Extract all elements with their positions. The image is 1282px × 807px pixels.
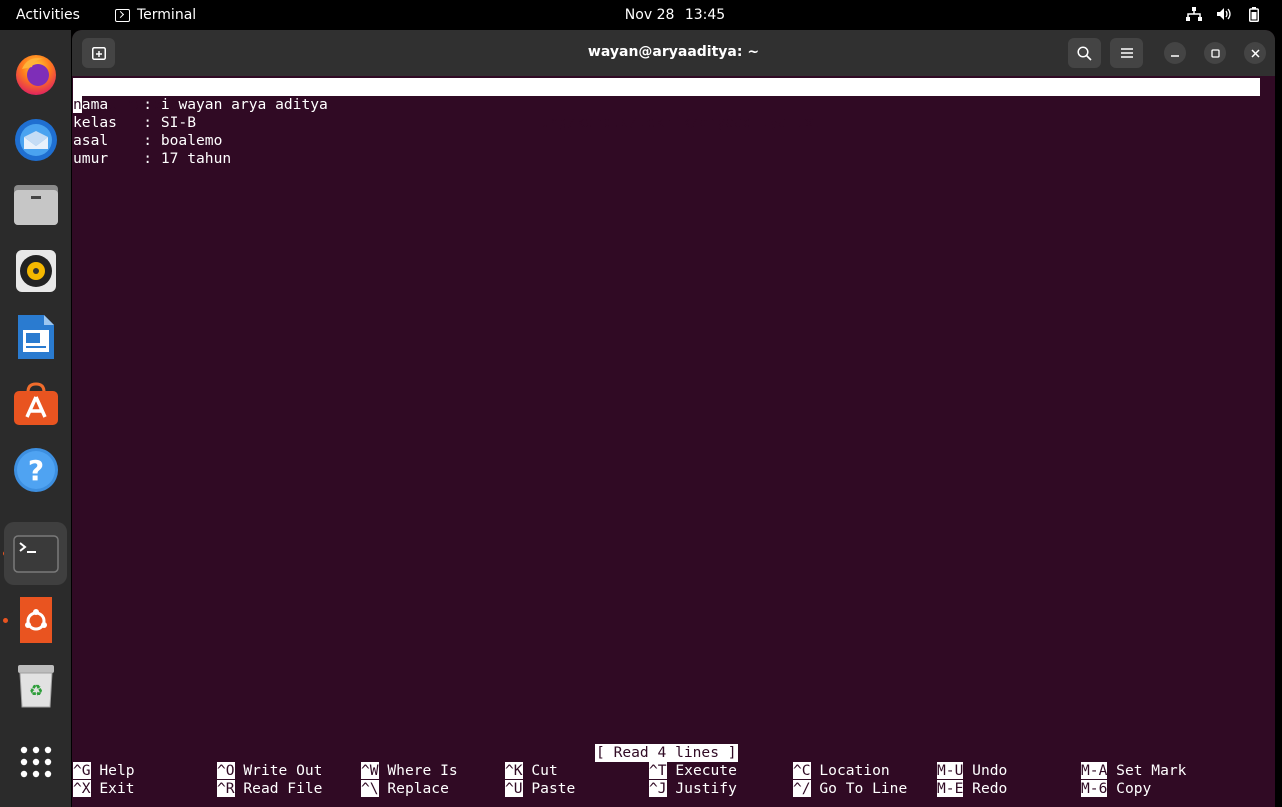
clock-time: 13:45 [684, 7, 726, 23]
network-icon[interactable] [1186, 6, 1202, 22]
editor-line[interactable]: umur : 17 tahun [73, 150, 231, 168]
nano-filename: ung/kampus/teknik/aryaaditya.txt [541, 114, 823, 131]
battery-icon[interactable] [1246, 6, 1262, 22]
shortcut-set-mark: M-A Set Mark [1081, 762, 1187, 779]
files-launcher[interactable] [4, 173, 67, 236]
top-panel: Activities Terminal Nov 28 13:45 [0, 0, 1282, 30]
maximize-button[interactable] [1204, 42, 1226, 64]
show-apps-icon [20, 746, 51, 777]
minimize-button[interactable] [1164, 42, 1186, 64]
minimize-icon [1171, 55, 1179, 57]
firefox-icon [15, 54, 56, 95]
terminal-window: wayan@aryaaditya: ~ GNU nano 6.2 ung/kam… [72, 30, 1275, 807]
system-tray[interactable] [1186, 6, 1262, 22]
ubuntu-software-launcher[interactable] [4, 588, 67, 651]
menu-button[interactable] [1110, 38, 1143, 68]
terminal-icon [12, 534, 59, 573]
app-center-icon [13, 381, 58, 425]
shortcut-write-out: ^O Write Out [217, 762, 323, 779]
volume-icon[interactable] [1216, 6, 1232, 22]
shortcut-go-to-line: ^/ Go To Line [793, 780, 908, 797]
thunderbird-launcher[interactable] [4, 107, 67, 170]
thunderbird-icon [14, 118, 57, 161]
shortcut-replace: ^\ Replace [361, 780, 449, 797]
search-icon [1077, 45, 1092, 61]
dock: ? ♻ [0, 30, 71, 807]
shortcut-execute: ^T Execute [649, 762, 737, 779]
svg-text:♻: ♻ [28, 681, 42, 700]
shortcut-copy: M-6 Copy [1081, 780, 1152, 797]
clock[interactable]: Nov 28 13:45 [0, 7, 1282, 23]
trash-launcher[interactable]: ♻ [4, 654, 67, 717]
ubuntu-software-icon [19, 596, 52, 643]
editor-line[interactable]: asal : boalemo [73, 132, 222, 150]
close-icon [1250, 48, 1260, 58]
shortcut-cut: ^K Cut [505, 762, 558, 779]
clock-date: Nov 28 [624, 7, 675, 23]
restore-icon [1210, 48, 1220, 58]
libreoffice-writer-icon [17, 314, 54, 359]
text-cursor: n [73, 96, 82, 113]
files-icon [13, 184, 58, 225]
nano-status-message: [ Read 4 lines ] [595, 744, 738, 762]
writer-launcher[interactable] [4, 305, 67, 368]
shortcut-location: ^C Location [793, 762, 890, 779]
help-launcher[interactable]: ? [4, 438, 67, 501]
shortcut-read-file: ^R Read File [217, 780, 323, 797]
trash-icon: ♻ [17, 664, 54, 707]
show-apps-launcher[interactable] [4, 730, 67, 793]
firefox-launcher[interactable] [4, 42, 67, 105]
svg-text:?: ? [27, 454, 43, 487]
terminal-launcher[interactable] [4, 522, 67, 585]
shortcut-paste: ^U Paste [505, 780, 576, 797]
rhythmbox-icon [15, 249, 56, 292]
shortcut-help: ^G Help [73, 762, 135, 779]
help-icon: ? [13, 447, 58, 492]
rhythmbox-launcher[interactable] [4, 239, 67, 302]
shortcut-undo: M-U Undo [937, 762, 1008, 779]
shortcut-redo: M-E Redo [937, 780, 1008, 797]
shortcut-exit: ^X Exit [73, 780, 135, 797]
nano-title-bar: GNU nano 6.2 ung/kampus/teknik/aryaadity… [73, 78, 1260, 131]
close-button[interactable] [1244, 42, 1266, 64]
search-button[interactable] [1068, 38, 1101, 68]
shortcut-where-is: ^W Where Is [361, 762, 458, 779]
editor-line[interactable]: kelas : SI-B [73, 114, 196, 132]
headerbar[interactable]: wayan@aryaaditya: ~ [72, 30, 1275, 76]
hamburger-menu-icon [1120, 48, 1133, 58]
shortcut-justify: ^J Justify [649, 780, 737, 797]
terminal-area[interactable]: GNU nano 6.2 ung/kampus/teknik/aryaadity… [73, 76, 1273, 807]
app-center-launcher[interactable] [4, 372, 67, 435]
editor-line[interactable]: nama : i wayan arya aditya [73, 96, 328, 114]
